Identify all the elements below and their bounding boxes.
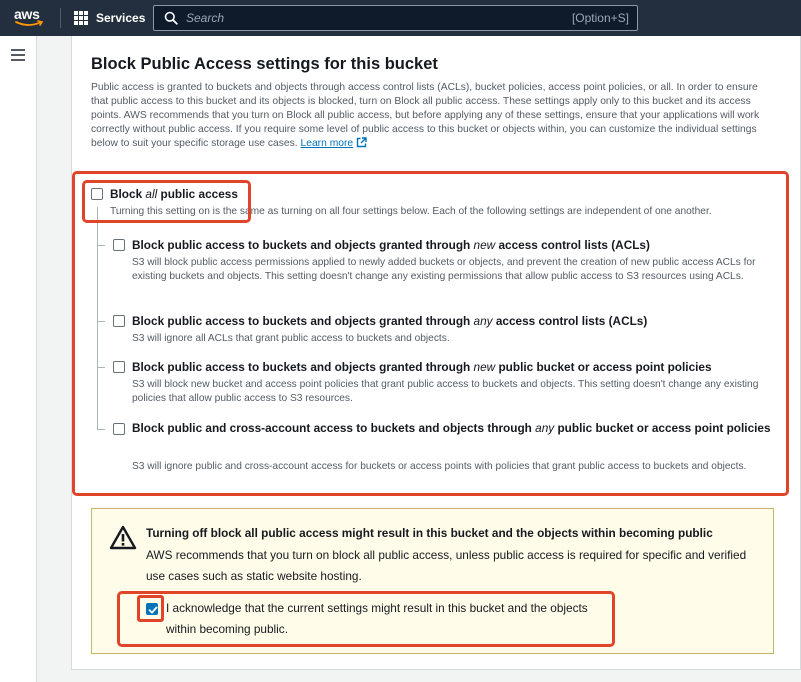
warning-text: AWS recommends that you turn on block al…	[146, 548, 747, 583]
services-grid-icon	[74, 11, 88, 25]
tree-line-branch	[97, 321, 105, 322]
services-menu-button[interactable]: Services	[74, 9, 145, 27]
learn-more-link[interactable]: Learn more	[301, 138, 354, 149]
search-bar[interactable]: [Option+S]	[153, 5, 638, 31]
aws-smile-icon	[15, 20, 44, 26]
tree-line-branch	[97, 245, 105, 246]
block-new-policies-description: S3 will block new bucket and access poin…	[132, 379, 759, 404]
block-all-public-access-label: Block all public access	[110, 187, 238, 201]
nav-divider	[60, 8, 61, 28]
acknowledge-checkbox[interactable]	[146, 603, 158, 615]
block-new-policies-label: Block public access to buckets and objec…	[132, 360, 712, 374]
page-title: Block Public Access settings for this bu…	[91, 55, 438, 73]
side-navigation	[0, 36, 37, 682]
block-public-access-panel: Block Public Access settings for this bu…	[71, 36, 801, 670]
block-new-acls-label: Block public access to buckets and objec…	[132, 238, 650, 252]
tree-line-branch	[97, 367, 105, 368]
block-all-description: Turning this setting on is the same as t…	[110, 206, 712, 217]
tree-line-branch	[97, 429, 105, 430]
block-any-acls-label: Block public access to buckets and objec…	[132, 314, 648, 328]
block-any-policies-label: Block public and cross-account access to…	[132, 421, 771, 435]
top-navigation-bar: aws Services [Option+S]	[0, 0, 801, 36]
section-description-text: Public access is granted to buckets and …	[91, 82, 760, 149]
tree-line-vertical	[97, 207, 98, 430]
block-all-public-access-checkbox[interactable]	[91, 188, 103, 200]
search-input[interactable]	[178, 11, 572, 25]
block-new-acls-checkbox[interactable]	[113, 239, 125, 251]
block-any-acls-description: S3 will ignore all ACLs that grant publi…	[132, 333, 450, 344]
menu-icon[interactable]	[11, 49, 25, 61]
search-shortcut-hint: [Option+S]	[571, 11, 629, 25]
search-icon	[164, 11, 178, 25]
block-any-acls-checkbox[interactable]	[113, 315, 125, 327]
warning-alert: Turning off block all public access migh…	[91, 508, 774, 654]
external-link-icon[interactable]	[356, 137, 367, 148]
block-any-policies-checkbox[interactable]	[113, 423, 125, 435]
warning-title: Turning off block all public access migh…	[146, 526, 713, 540]
warning-icon	[109, 525, 137, 550]
section-description: Public access is granted to buckets and …	[91, 81, 771, 151]
checkmark-icon	[148, 606, 158, 614]
block-new-policies-checkbox[interactable]	[113, 361, 125, 373]
block-any-policies-description: S3 will ignore public and cross-account …	[132, 461, 747, 472]
services-label: Services	[96, 11, 146, 25]
block-new-acls-description: S3 will block public access permissions …	[132, 257, 756, 282]
acknowledge-label: I acknowledge that the current settings …	[166, 601, 588, 636]
aws-logo[interactable]: aws	[14, 6, 46, 29]
